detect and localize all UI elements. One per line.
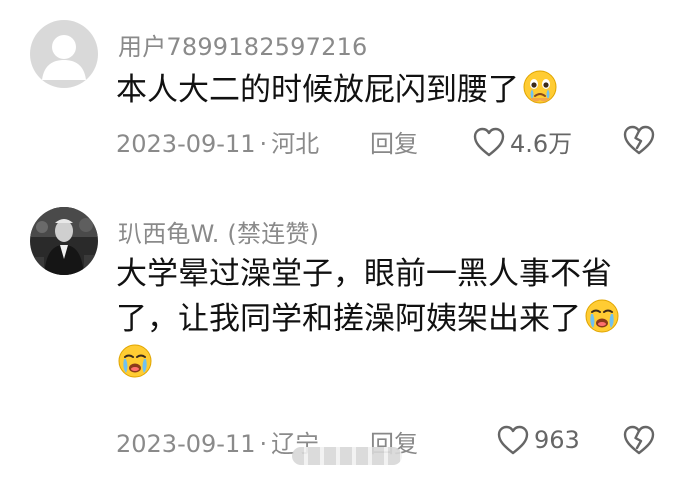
like-count: 4.6万 xyxy=(510,130,573,158)
dislike-button[interactable] xyxy=(622,123,656,157)
watermark-blur xyxy=(292,447,402,465)
default-user-avatar-icon xyxy=(30,20,98,88)
heart-outline-icon xyxy=(473,127,505,156)
crying-face-emoji-icon xyxy=(116,342,154,380)
like-button[interactable]: 4.6万 xyxy=(472,124,572,159)
crying-face-emoji-icon xyxy=(521,68,559,106)
like-count: 963 xyxy=(534,426,580,454)
avatar[interactable] xyxy=(30,20,98,88)
comment-body: 本人大二的时候放屁闪到腰了 xyxy=(116,72,519,108)
comment-date: 2023-09-11 xyxy=(116,430,256,458)
comment-meta: 2023-09-11 · 河北 回复 4.6万 xyxy=(116,124,660,158)
username[interactable]: 玐西龟W. (禁连赞) xyxy=(118,214,319,249)
like-button[interactable]: 963 xyxy=(496,424,580,456)
separator-dot: · xyxy=(259,130,268,158)
comment-location: 河北 xyxy=(271,130,320,158)
comment-text: 本人大二的时候放屁闪到腰了 xyxy=(116,68,661,113)
photo-avatar xyxy=(30,207,98,275)
dislike-button[interactable] xyxy=(622,423,656,457)
heart-outline-icon xyxy=(497,425,529,455)
comment-body: 大学晕过澡堂子，眼前一黑人事不省了，让我同学和搓澡阿姨架出来了 xyxy=(116,256,612,337)
broken-heart-icon xyxy=(623,125,655,155)
broken-heart-icon xyxy=(623,425,655,455)
crying-face-emoji-icon xyxy=(583,297,621,335)
username[interactable]: 用户7899182597216 xyxy=(118,27,368,62)
comment-text: 大学晕过澡堂子，眼前一黑人事不省了，让我同学和搓澡阿姨架出来了 xyxy=(116,252,661,387)
avatar[interactable] xyxy=(30,207,98,275)
comment-date: 2023-09-11 xyxy=(116,130,256,158)
reply-button[interactable]: 回复 xyxy=(370,124,418,159)
separator-dot: · xyxy=(259,430,268,458)
